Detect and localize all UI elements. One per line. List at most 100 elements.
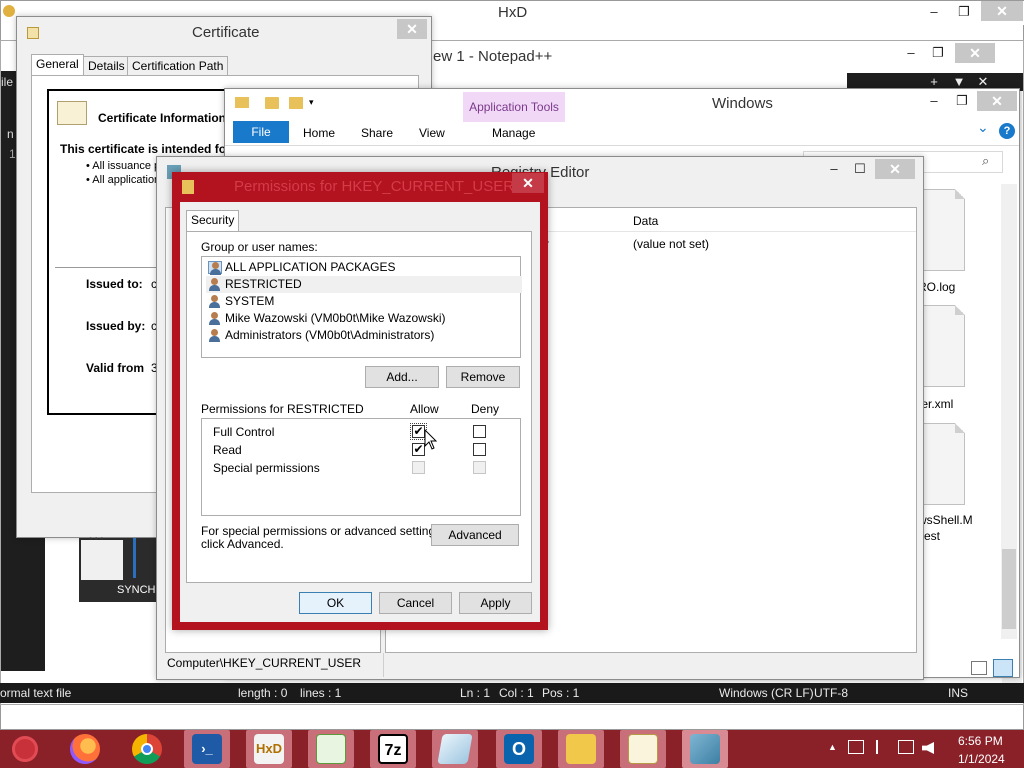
tab-details[interactable]: Details	[83, 56, 130, 76]
taskbar-registry-editor[interactable]	[682, 730, 728, 768]
explorer-scroll-thumb[interactable]	[1002, 549, 1016, 629]
explorer-context-tab[interactable]: Application Tools	[463, 92, 565, 122]
taskbar-chrome[interactable]	[124, 730, 170, 768]
ribbon-tab-manage[interactable]: Manage	[492, 126, 535, 140]
clock-time[interactable]: 6:56 PM	[958, 734, 1003, 748]
explorer-minimize-button[interactable]: –	[921, 92, 947, 110]
taskbar-file-explorer[interactable]	[558, 730, 604, 768]
taskbar-firefox[interactable]	[62, 730, 108, 768]
ribbon-tab-home[interactable]: Home	[303, 126, 335, 140]
explorer-quick-access[interactable]	[265, 97, 279, 109]
taskbar-certificate[interactable]	[620, 730, 666, 768]
tray-overflow-icon[interactable]: ▲	[828, 742, 837, 752]
list-item-selected[interactable]: RESTRICTED	[206, 276, 522, 293]
clock-date[interactable]: 1/1/2024	[958, 752, 1005, 766]
registry-maximize-button[interactable]: ☐	[847, 160, 873, 178]
list-item[interactable]: Administrators (VM0b0t\Administrators)	[206, 327, 434, 344]
registry-minimize-button[interactable]: –	[821, 160, 847, 178]
taskbar-outlook[interactable]: O	[496, 730, 542, 768]
file-icon-log[interactable]	[921, 189, 965, 271]
explorer-maximize-button[interactable]: ❐	[949, 92, 975, 110]
notepad-close-button[interactable]: ✕	[955, 43, 995, 63]
details-view-icon[interactable]	[971, 661, 987, 675]
tab-certification-path[interactable]: Certification Path	[127, 56, 229, 76]
start-button[interactable]	[2, 730, 48, 768]
hxd-maximize-button[interactable]: ❐	[949, 3, 979, 21]
notepad-line-number: 1	[9, 147, 16, 161]
status-lines: lines : 1	[300, 686, 342, 700]
list-item[interactable]: Mike Wazowski (VM0b0t\Mike Wazowski)	[206, 310, 445, 327]
folder-icon	[566, 734, 596, 764]
permissions-for-label: Permissions for RESTRICTED	[201, 402, 364, 416]
add-button[interactable]: Add...	[365, 366, 439, 388]
deny-header: Deny	[471, 402, 500, 416]
list-item-label: RESTRICTED	[225, 277, 302, 291]
taskbar-hxd[interactable]: HxD	[246, 730, 292, 768]
status-eol: Windows (CR LF)	[719, 686, 814, 700]
value-data-default[interactable]: (value not set)	[633, 237, 709, 251]
users-icon	[208, 295, 222, 308]
deny-full-control-checkbox[interactable]	[473, 425, 486, 438]
certificate-heading: Certificate Information	[98, 111, 227, 125]
user-list[interactable]: ALL APPLICATION PACKAGES RESTRICTED SYST…	[201, 256, 522, 358]
ok-button[interactable]: OK	[299, 592, 372, 614]
outlook-icon: O	[504, 734, 534, 764]
apply-button[interactable]: Apply	[459, 592, 532, 614]
tray-display-icon[interactable]	[848, 740, 864, 754]
help-icon[interactable]: ?	[999, 123, 1015, 139]
file-icon-manifest[interactable]	[921, 423, 965, 505]
mouse-pointer-icon	[424, 429, 438, 450]
list-item[interactable]: SYSTEM	[206, 293, 274, 310]
certificate-close-button[interactable]: ✕	[397, 19, 427, 39]
registry-close-button[interactable]: ✕	[875, 159, 915, 179]
ribbon-tab-share[interactable]: Share	[361, 126, 393, 140]
permissions-list: Full Control Read Special permissions ✔ …	[201, 418, 521, 516]
hxd-close-button[interactable]: ✕	[981, 1, 1023, 21]
mirror-icon	[437, 734, 473, 764]
taskbar-mirror[interactable]	[432, 730, 478, 768]
list-item-label: Administrators (VM0b0t\Administrators)	[225, 328, 435, 342]
permissions-close-button[interactable]: ✕	[512, 173, 544, 193]
file-icon-xml[interactable]	[921, 305, 965, 387]
tray-network-icon[interactable]	[898, 740, 914, 754]
file-label-manifest-1[interactable]: wsShell.M	[918, 513, 973, 527]
tray-flag-icon[interactable]	[876, 740, 888, 754]
taskbar-7zip[interactable]: 7z	[370, 730, 416, 768]
ribbon-expand-icon[interactable]: ⌄	[977, 119, 989, 136]
issued-by-label: Issued by:	[86, 319, 146, 333]
chrome-center	[141, 743, 153, 755]
chrome-icon	[132, 734, 162, 764]
remove-button[interactable]: Remove	[446, 366, 520, 388]
taskbar-powershell[interactable]: ›_	[184, 730, 230, 768]
explorer-title: Windows	[712, 95, 773, 112]
status-encoding: UTF-8	[814, 686, 848, 700]
status-col: Col : 1	[499, 686, 534, 700]
status-ins: INS	[948, 686, 969, 700]
explorer-close-button[interactable]: ✕	[977, 91, 1017, 111]
search-icon[interactable]: ⌕	[982, 153, 989, 169]
explorer-folder-icon	[235, 97, 249, 108]
deny-read-checkbox[interactable]	[473, 443, 486, 456]
large-icons-view-icon[interactable]	[993, 659, 1013, 677]
ribbon-tab-view[interactable]: View	[419, 126, 445, 140]
tab-general[interactable]: General	[31, 54, 84, 76]
ribbon-tab-file[interactable]: File	[233, 121, 289, 143]
list-item[interactable]: ALL APPLICATION PACKAGES	[206, 259, 518, 276]
hxd-minimize-button[interactable]: –	[919, 3, 949, 21]
status-file-type: ormal text file	[0, 686, 72, 700]
taskbar-notepadpp[interactable]	[308, 730, 354, 768]
users-icon	[208, 278, 222, 291]
explorer-quick-folder-icon[interactable]	[289, 97, 303, 109]
certificate-title: Certificate	[192, 24, 260, 41]
column-header-data[interactable]: Data	[633, 214, 658, 228]
cancel-button[interactable]: Cancel	[379, 592, 452, 614]
advanced-button[interactable]: Advanced	[431, 524, 519, 546]
tab-security[interactable]: Security	[186, 210, 240, 232]
hxd-app-icon	[3, 5, 15, 17]
special-note-line1: For special permissions or advanced sett…	[201, 524, 445, 538]
permissions-folder-icon	[182, 180, 194, 194]
explorer-qat-dropdown[interactable]: ▾	[309, 97, 314, 108]
notepad-maximize-button[interactable]: ❐	[925, 44, 951, 62]
notepad-minimize-button[interactable]: –	[898, 44, 924, 62]
permissions-dialog: Permissions for HKEY_CURRENT_USER ✕ Secu…	[172, 172, 548, 630]
